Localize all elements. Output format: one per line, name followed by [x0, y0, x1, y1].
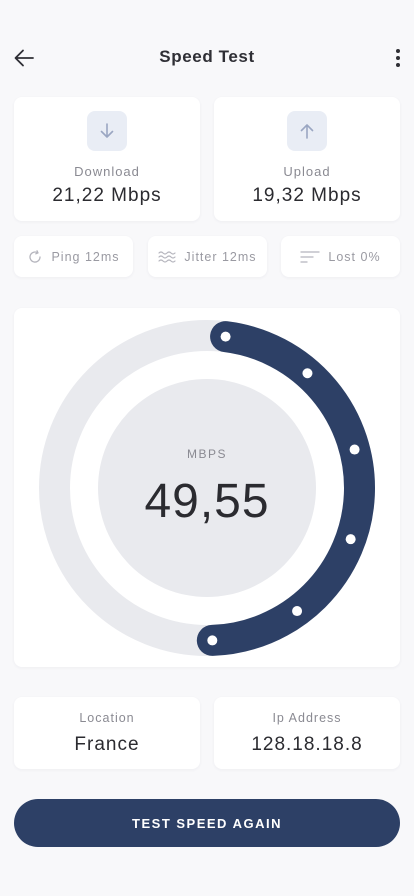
gauge-svg: MBPS 49,55 [39, 320, 375, 656]
ip-address-label: Ip Address [272, 711, 342, 725]
gauge-marker-dot [345, 534, 356, 545]
jitter-chip: Jitter 12ms [148, 236, 267, 277]
download-card: Download 21,22 Mbps [14, 97, 200, 221]
ping-chip: Ping 12ms [14, 236, 133, 277]
page-title: Speed Test [159, 47, 255, 66]
speed-test-screen: Speed Test Download 21,22 Mbps Upload 19… [0, 0, 414, 896]
ip-address-value: 128.18.18.8 [251, 734, 363, 755]
more-vertical-icon [396, 49, 400, 53]
refresh-icon [29, 249, 42, 263]
speed-gauge: MBPS 49,55 [14, 308, 400, 667]
upload-value: 19,32 Mbps [252, 185, 362, 206]
jitter-label: Jitter 12ms [184, 249, 257, 264]
lines-icon [300, 250, 321, 263]
gauge-marker-dot [302, 368, 313, 379]
gauge-marker-dot [292, 606, 303, 617]
download-label: Download [74, 164, 140, 179]
location-card: Location France [14, 697, 200, 769]
upload-icon-box [287, 111, 327, 151]
download-value: 21,22 Mbps [52, 185, 162, 206]
location-label: Location [79, 711, 135, 725]
gauge-marker-dot [349, 444, 360, 455]
upload-card: Upload 19,32 Mbps [214, 97, 400, 221]
gauge-value: 49,55 [144, 475, 269, 528]
upload-label: Upload [283, 164, 331, 179]
more-options-button[interactable] [386, 42, 410, 74]
lost-chip: Lost 0% [281, 236, 400, 277]
location-value: France [74, 734, 140, 755]
waves-icon [158, 250, 177, 263]
arrow-down-icon [100, 123, 114, 138]
gauge-marker-dot [207, 635, 218, 646]
gauge-unit: MBPS [187, 447, 227, 461]
gauge-marker-dot [220, 331, 231, 342]
ping-label: Ping 12ms [51, 249, 120, 264]
lost-label: Lost 0% [328, 249, 381, 264]
ip-address-card: Ip Address 128.18.18.8 [214, 697, 400, 769]
test-speed-again-button[interactable]: TEST SPEED AGAIN [14, 799, 400, 847]
download-icon-box [87, 111, 127, 151]
arrow-up-icon [300, 124, 314, 139]
